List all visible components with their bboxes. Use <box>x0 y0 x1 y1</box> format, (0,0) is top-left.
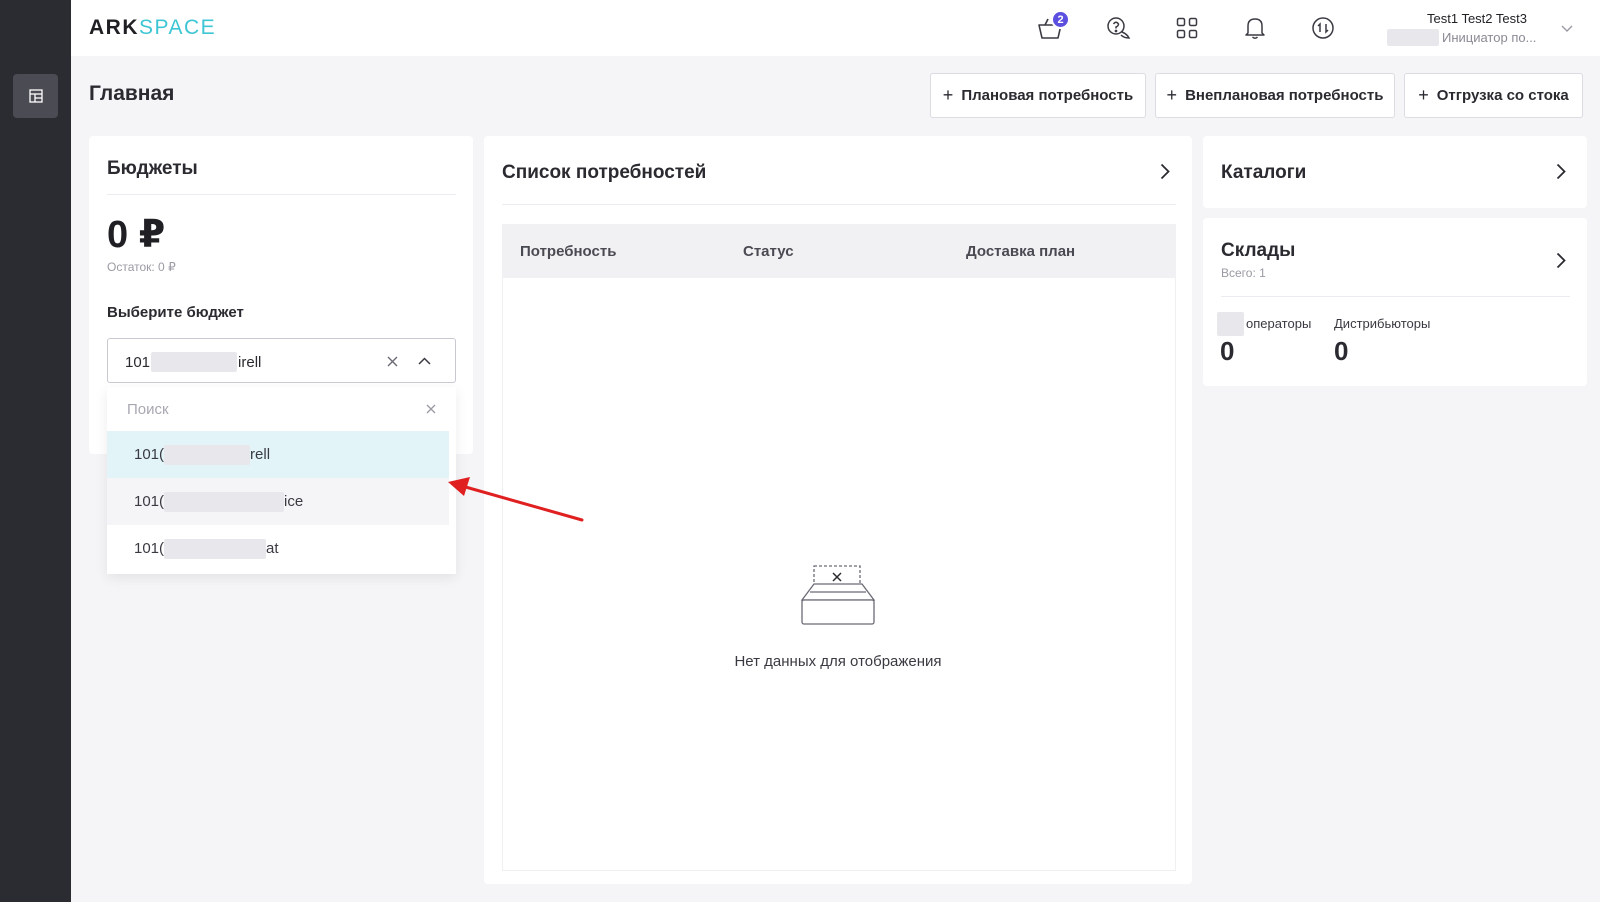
clear-icon[interactable] <box>387 356 398 367</box>
budget-select[interactable]: 101 irell <box>107 338 456 383</box>
selected-suffix: irell <box>238 353 262 371</box>
redacted-block <box>164 538 267 559</box>
stock-shipment-button[interactable]: + Отгрузка со стока <box>1404 73 1583 118</box>
sidebar <box>0 0 71 902</box>
redacted-block <box>1217 312 1244 336</box>
redacted-block <box>164 491 285 512</box>
catalogs-card[interactable]: Каталоги <box>1203 136 1587 208</box>
switch-role-button[interactable] <box>1308 13 1338 43</box>
empty-state-text: Нет данных для отображения <box>734 653 942 670</box>
dropdown-option[interactable]: 101( ice <box>107 478 449 525</box>
column-header[interactable]: Доставка план <box>966 243 1075 260</box>
selected-prefix: 101 <box>125 353 151 371</box>
distributors-value: 0 <box>1334 336 1349 366</box>
budget-remaining: Остаток: 0 ₽ <box>107 260 176 274</box>
chat-question-icon <box>1107 17 1131 39</box>
option-prefix: 101( <box>134 493 165 510</box>
top-header: ARKSPACE 2 Test1 Test2 Test3 Инициатор п… <box>71 0 1600 56</box>
user-name: Test1 Test2 Test3 <box>1427 11 1527 26</box>
search-placeholder: Поиск <box>127 401 169 418</box>
option-prefix: 101( <box>134 446 165 463</box>
redacted-block <box>151 352 238 372</box>
dropdown-option[interactable]: 101( at <box>107 525 449 572</box>
planned-need-label: Плановая потребность <box>961 87 1134 104</box>
stock-shipment-label: Отгрузка со стока <box>1436 87 1569 104</box>
needs-table-header: Потребность Статус Доставка план <box>502 224 1176 278</box>
notifications-button[interactable] <box>1240 13 1270 43</box>
distributors-label: Дистрибьюторы <box>1334 316 1431 331</box>
unplanned-need-label: Внеплановая потребность <box>1185 87 1384 104</box>
budgets-title: Бюджеты <box>107 158 198 179</box>
plus-icon: + <box>1418 85 1429 105</box>
user-profile[interactable]: Test1 Test2 Test3 Инициатор по... <box>1387 11 1587 46</box>
user-menu-chevron[interactable] <box>1561 20 1573 38</box>
option-suffix: rell <box>250 446 271 463</box>
budget-dropdown: Поиск 101( rell 101( ice 101( at <box>107 387 456 574</box>
empty-box-icon <box>800 565 876 625</box>
column-header[interactable]: Статус <box>743 243 794 260</box>
plus-icon: + <box>1166 85 1178 105</box>
page-title: Главная <box>89 82 175 105</box>
budget-amount: 0 ₽ <box>107 214 166 256</box>
logo-text-space: SPACE <box>139 16 217 39</box>
app-logo[interactable]: ARKSPACE <box>89 16 216 40</box>
unplanned-need-button[interactable]: + Внеплановая потребность <box>1155 73 1395 118</box>
option-suffix: at <box>266 540 279 557</box>
divider <box>1221 296 1570 297</box>
dropdown-option[interactable]: 101( rell <box>107 431 449 478</box>
operators-label: операторы <box>1246 316 1312 331</box>
chevron-up-icon[interactable] <box>418 357 431 365</box>
cart-button[interactable]: 2 <box>1035 10 1070 43</box>
grid-icon <box>1176 17 1198 39</box>
plus-icon: + <box>942 85 954 105</box>
dropdown-search[interactable]: Поиск <box>107 387 456 431</box>
chevron-down-icon <box>1561 25 1573 32</box>
redacted-block <box>1387 29 1439 46</box>
needs-list-title: Список потребностей <box>502 162 707 183</box>
bell-icon <box>1245 18 1265 39</box>
warehouses-title: Склады <box>1221 240 1296 261</box>
annotation-arrow <box>448 477 584 522</box>
operators-value: 0 <box>1220 336 1235 366</box>
clear-search-icon[interactable] <box>426 404 436 414</box>
dashboard-icon <box>28 89 43 103</box>
budget-select-value: 101 irell <box>125 352 261 372</box>
planned-need-button[interactable]: + Плановая потребность <box>930 73 1146 118</box>
catalogs-title: Каталоги <box>1221 162 1307 183</box>
column-header[interactable]: Потребность <box>520 243 616 260</box>
chevron-right-icon[interactable] <box>1556 163 1566 180</box>
cart-badge: 2 <box>1051 10 1070 29</box>
support-chat-button[interactable] <box>1103 13 1133 43</box>
exchange-icon <box>1312 17 1334 39</box>
warehouses-total: Всего: 1 <box>1221 266 1266 280</box>
user-role-row: Инициатор по... <box>1387 29 1587 46</box>
divider <box>502 204 1176 205</box>
logo-text-ark: ARK <box>89 16 139 39</box>
redacted-block <box>164 444 251 465</box>
divider <box>107 194 456 195</box>
option-suffix: ice <box>284 493 304 510</box>
apps-button[interactable] <box>1172 13 1202 43</box>
needs-list-card: Список потребностей Потребность Статус Д… <box>484 136 1192 884</box>
select-budget-label: Выберите бюджет <box>107 304 244 321</box>
user-role: Инициатор по... <box>1442 30 1537 45</box>
chevron-right-icon[interactable] <box>1160 163 1170 180</box>
warehouses-card: Склады Всего: 1 операторы 0 Дистрибьютор… <box>1203 218 1587 386</box>
option-prefix: 101( <box>134 540 165 557</box>
chevron-right-icon[interactable] <box>1556 252 1566 269</box>
sidebar-home-button[interactable] <box>13 74 58 118</box>
